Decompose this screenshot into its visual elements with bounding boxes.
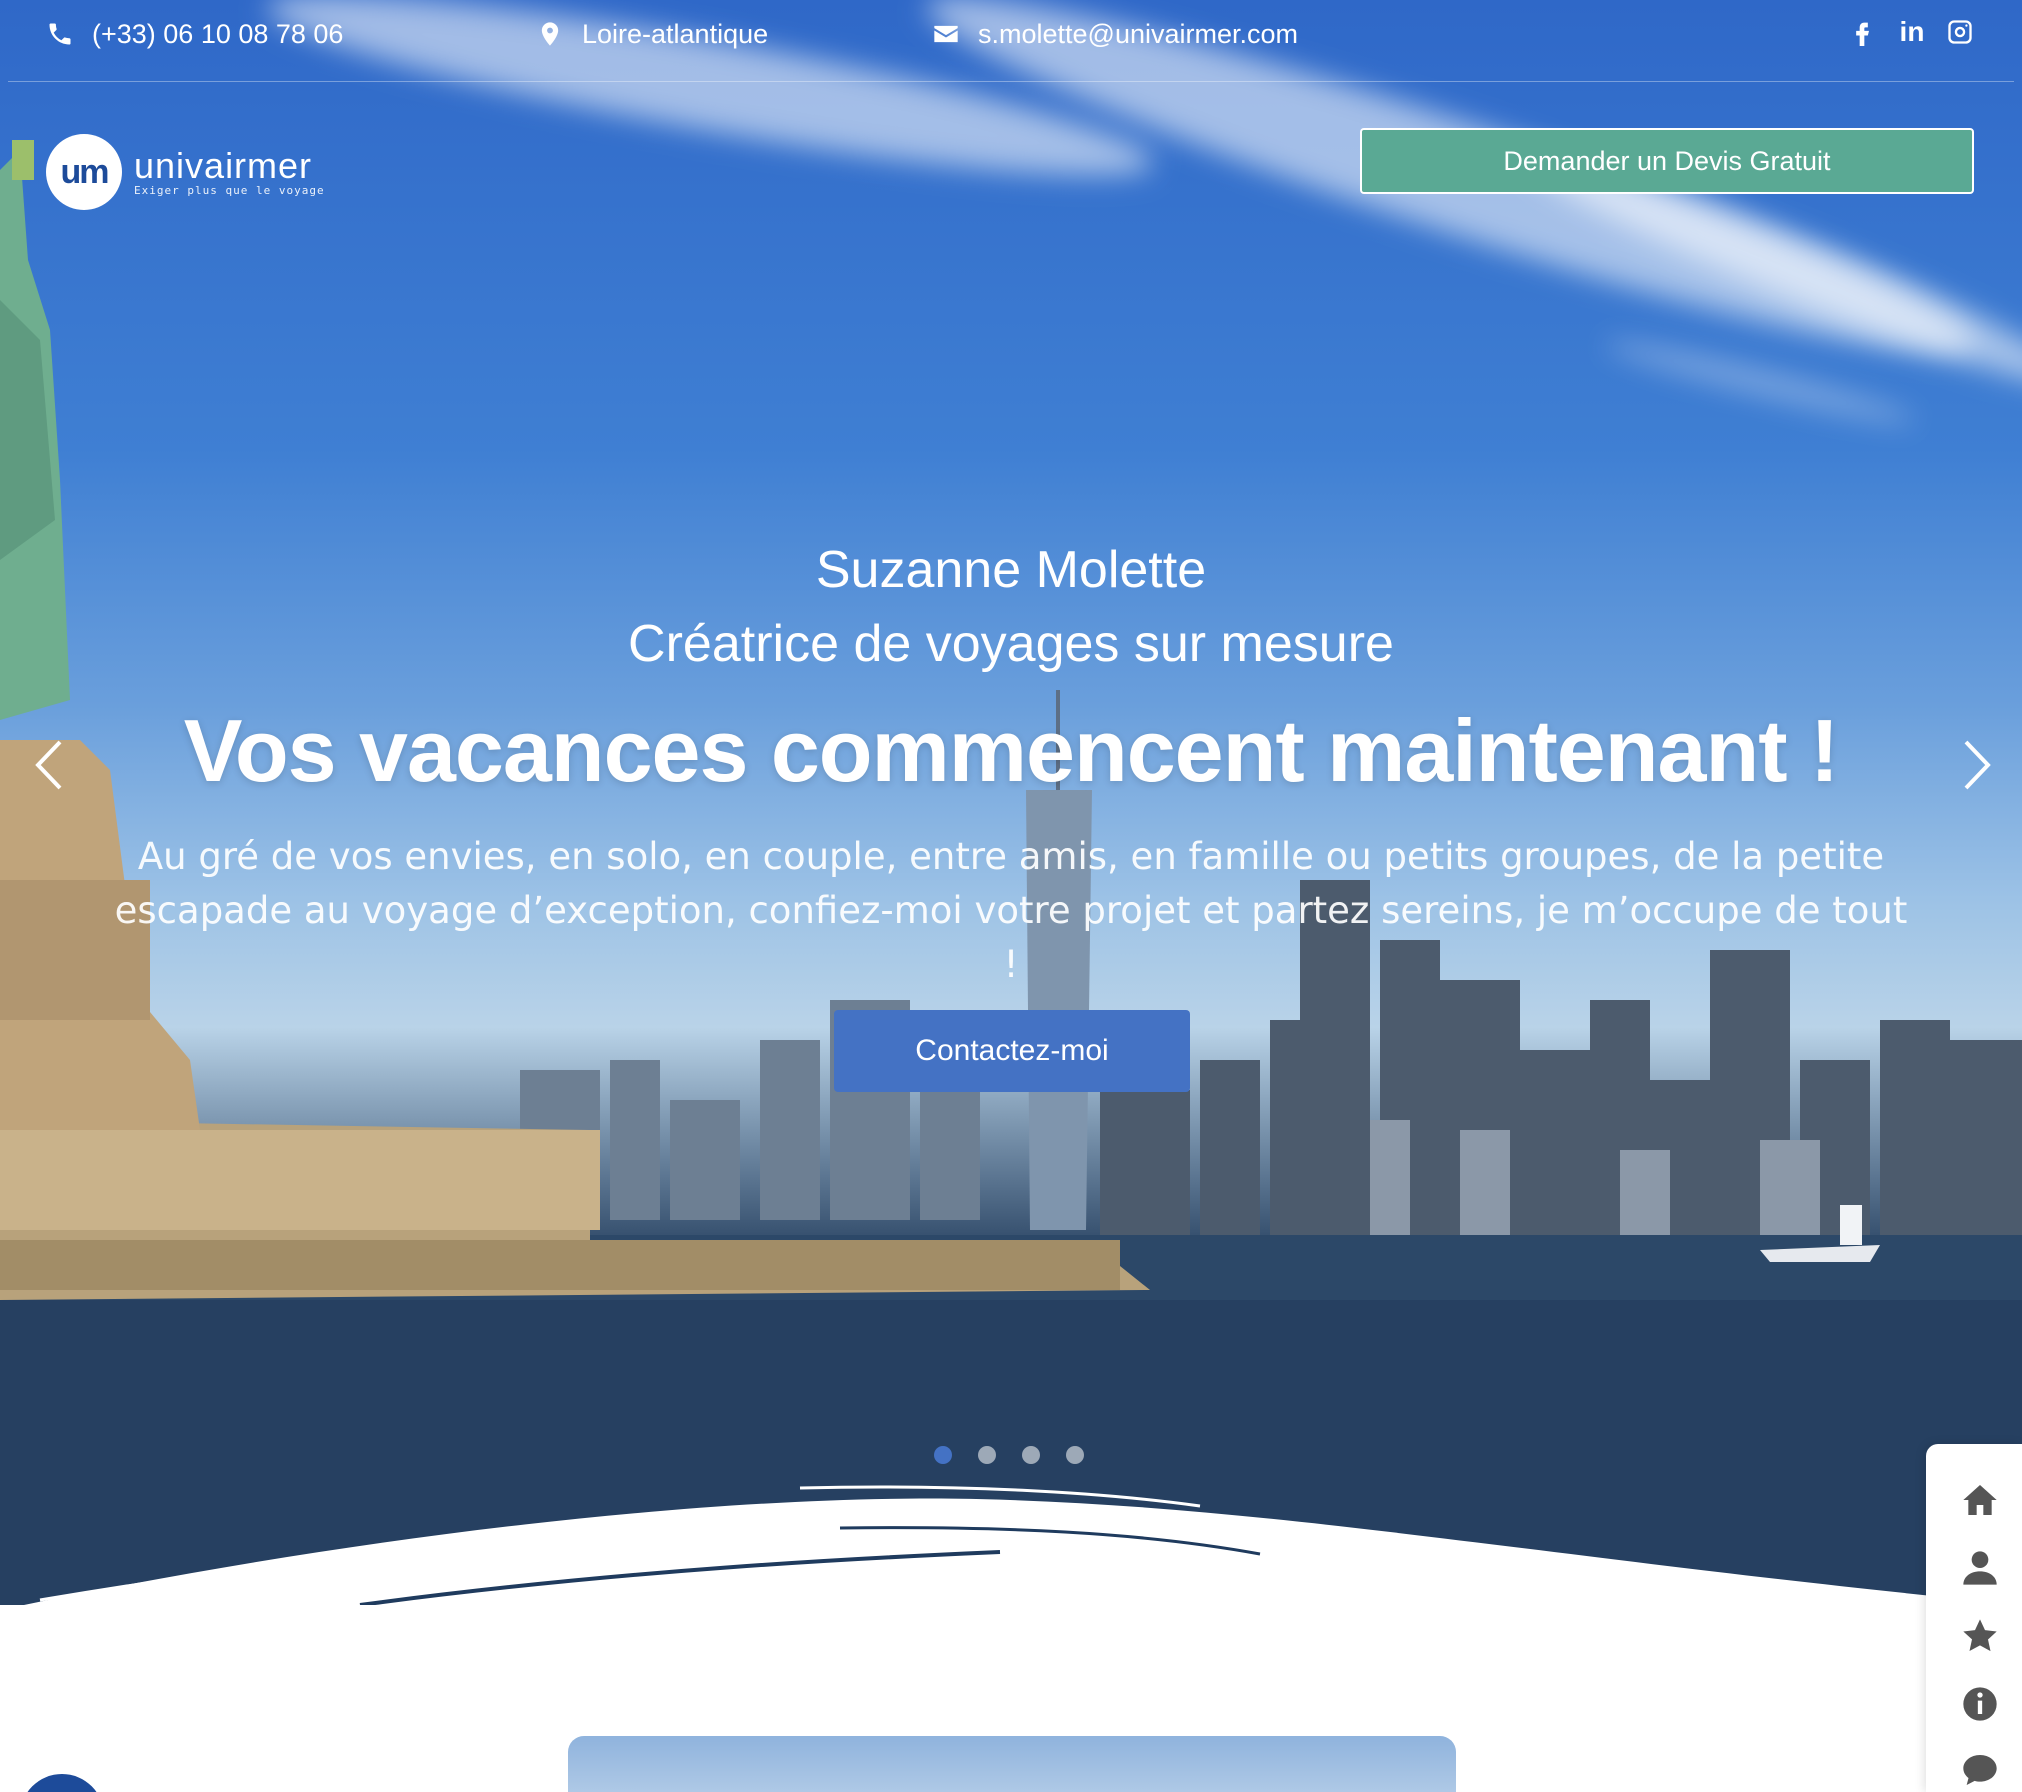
contact-topbar: (+33) 06 10 08 78 06 Loire-atlantique s.…: [8, 0, 2014, 82]
phone-icon: [49, 23, 71, 45]
email-address: s.molette@univairmer.com: [978, 18, 1299, 49]
star-icon[interactable]: [1960, 1616, 2000, 1656]
floating-side-menu: [1926, 1444, 2022, 1792]
carousel-dot[interactable]: [1066, 1446, 1084, 1464]
phone-contact[interactable]: (+33) 06 10 08 78 06: [46, 16, 343, 52]
chevron-left-icon: [35, 740, 62, 790]
linkedin-icon[interactable]: in: [1894, 14, 1930, 50]
carousel-pagination: [934, 1446, 1084, 1464]
hero-banner: (+33) 06 10 08 78 06 Loire-atlantique s.…: [0, 0, 2022, 1605]
content-image-card: [568, 1736, 1456, 1792]
univairmer-logo[interactable]: um univairmer Exiger plus que le voyage: [46, 134, 325, 210]
facebook-icon[interactable]: [1844, 14, 1880, 50]
city-skyline-image: [0, 140, 2022, 1605]
hero-wave-divider: [24, 1485, 2022, 1605]
carousel-prev-arrow[interactable]: [20, 730, 80, 800]
map-pin-icon: [541, 22, 559, 46]
chat-widget-button[interactable]: [20, 1774, 104, 1792]
email-contact[interactable]: s.molette@univairmer.com: [932, 16, 1298, 52]
logo-tagline: Exiger plus que le voyage: [134, 183, 325, 197]
logo-mark: um: [46, 134, 122, 210]
request-quote-button[interactable]: Demander un Devis Gratuit: [1360, 128, 1974, 194]
comment-icon[interactable]: [1960, 1750, 2000, 1790]
hero-description: Au gré de vos envies, en solo, en couple…: [114, 835, 1908, 986]
location-contact: Loire-atlantique: [536, 16, 768, 52]
logo-wordmark: univairmer Exiger plus que le voyage: [134, 144, 325, 197]
linkedin-label: in: [1899, 16, 1925, 47]
carousel-dot[interactable]: [934, 1446, 952, 1464]
envelope-icon: [934, 25, 958, 43]
phone-number: (+33) 06 10 08 78 06: [92, 18, 344, 49]
home-icon[interactable]: [1960, 1480, 2000, 1520]
hero-name: Suzanne Molette: [815, 541, 1207, 599]
instagram-icon[interactable]: [1942, 14, 1978, 50]
info-icon[interactable]: [1960, 1684, 2000, 1724]
contact-me-button[interactable]: Contactez-moi: [834, 1010, 1190, 1092]
user-icon[interactable]: [1960, 1548, 2000, 1588]
hero-title: Vos vacances commencent maintenant !: [183, 701, 1840, 800]
carousel-dot[interactable]: [1022, 1446, 1040, 1464]
hero-role: Créatrice de voyages sur mesure: [628, 615, 1394, 673]
logo-name: univairmer: [134, 144, 313, 186]
carousel-next-arrow[interactable]: [1946, 730, 2006, 800]
carousel-dot[interactable]: [978, 1446, 996, 1464]
chevron-right-icon: [1964, 740, 1991, 790]
location-text: Loire-atlantique: [582, 18, 769, 49]
